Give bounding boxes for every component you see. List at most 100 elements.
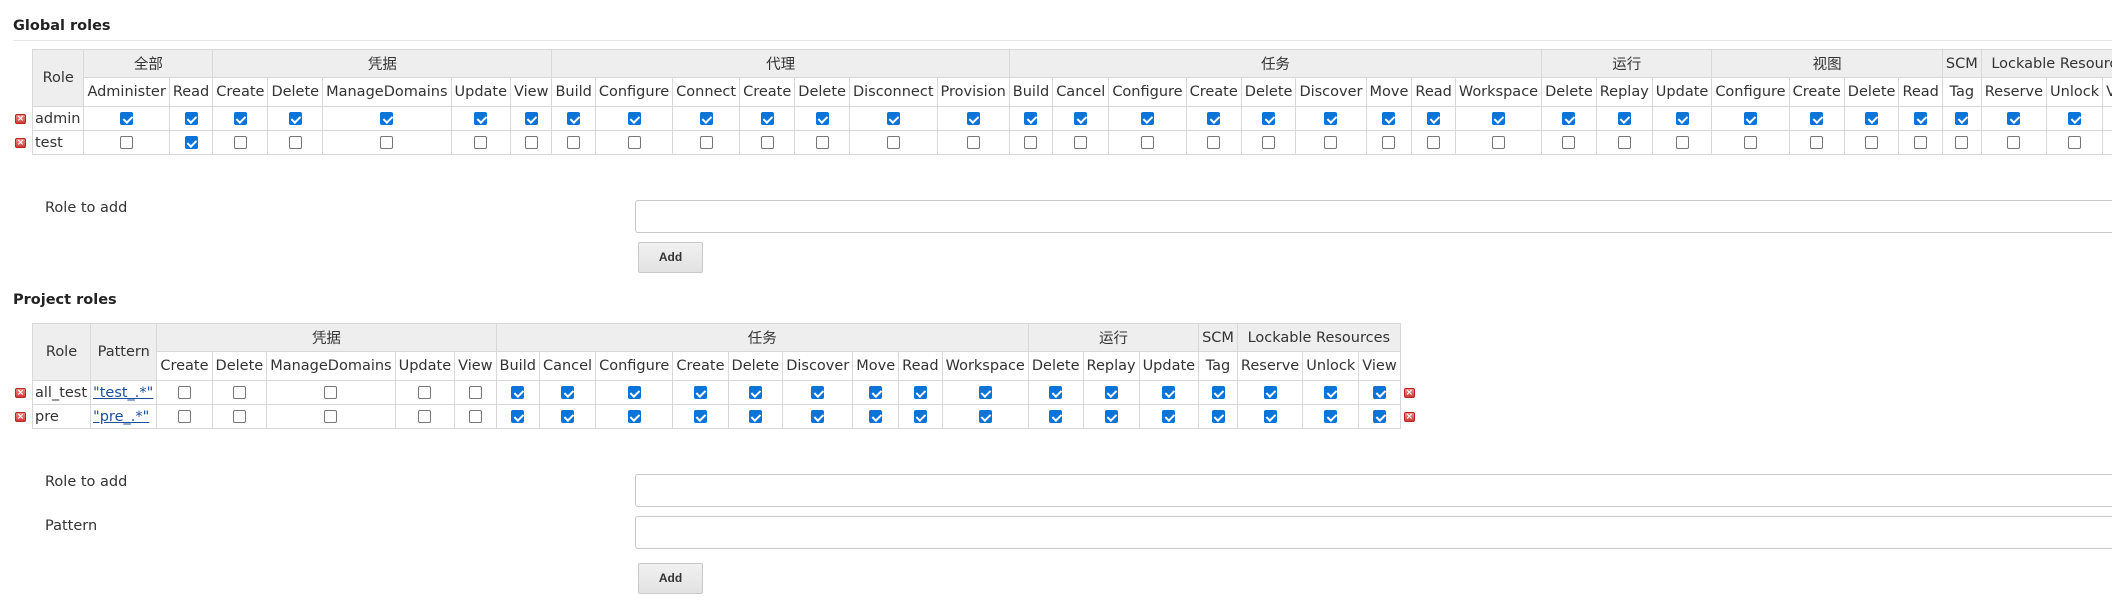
- permission-checkbox[interactable]: [1049, 386, 1063, 399]
- permission-checkbox[interactable]: [1049, 410, 1063, 423]
- permission-checkbox[interactable]: [1427, 136, 1441, 149]
- delete-role-icon-left[interactable]: ×: [15, 137, 26, 148]
- permission-checkbox[interactable]: [886, 136, 900, 149]
- permission-checkbox[interactable]: [288, 112, 302, 125]
- permission-checkbox[interactable]: [524, 112, 538, 125]
- permission-checkbox[interactable]: [978, 410, 992, 423]
- permission-checkbox[interactable]: [1743, 136, 1757, 149]
- permission-checkbox[interactable]: [1810, 136, 1824, 149]
- project-add-button[interactable]: Add: [638, 563, 703, 594]
- permission-checkbox[interactable]: [1211, 386, 1225, 399]
- permission-checkbox[interactable]: [2007, 136, 2021, 149]
- permission-checkbox[interactable]: [1263, 386, 1277, 399]
- permission-checkbox[interactable]: [627, 410, 641, 423]
- permission-checkbox[interactable]: [1491, 136, 1505, 149]
- permission-checkbox[interactable]: [288, 136, 302, 149]
- permission-checkbox[interactable]: [913, 410, 927, 423]
- permission-checkbox[interactable]: [978, 386, 992, 399]
- permission-checkbox[interactable]: [1024, 112, 1038, 125]
- permission-checkbox[interactable]: [177, 410, 191, 423]
- permission-checkbox[interactable]: [1211, 410, 1225, 423]
- permission-checkbox[interactable]: [1617, 112, 1631, 125]
- permission-checkbox[interactable]: [699, 112, 713, 125]
- permission-checkbox[interactable]: [1104, 410, 1118, 423]
- permission-checkbox[interactable]: [1562, 112, 1576, 125]
- permission-checkbox[interactable]: [1382, 136, 1396, 149]
- permission-checkbox[interactable]: [869, 386, 883, 399]
- permission-checkbox[interactable]: [869, 410, 883, 423]
- permission-checkbox[interactable]: [1914, 112, 1928, 125]
- permission-checkbox[interactable]: [1914, 136, 1928, 149]
- permission-checkbox[interactable]: [1262, 136, 1276, 149]
- permission-checkbox[interactable]: [524, 136, 538, 149]
- permission-checkbox[interactable]: [966, 112, 980, 125]
- permission-checkbox[interactable]: [468, 386, 482, 399]
- permission-checkbox[interactable]: [233, 136, 247, 149]
- permission-checkbox[interactable]: [468, 410, 482, 423]
- permission-checkbox[interactable]: [184, 112, 198, 125]
- permission-checkbox[interactable]: [693, 386, 707, 399]
- global-role-to-add-input[interactable]: [635, 200, 2112, 233]
- permission-checkbox[interactable]: [567, 112, 581, 125]
- permission-checkbox[interactable]: [1562, 136, 1576, 149]
- permission-checkbox[interactable]: [567, 136, 581, 149]
- permission-checkbox[interactable]: [120, 136, 134, 149]
- permission-checkbox[interactable]: [1865, 136, 1879, 149]
- delete-role-icon-right[interactable]: ×: [1403, 411, 1415, 422]
- permission-checkbox[interactable]: [1373, 410, 1386, 423]
- project-role-to-add-input[interactable]: [635, 474, 2112, 507]
- permission-checkbox[interactable]: [1955, 136, 1969, 149]
- permission-checkbox[interactable]: [184, 136, 198, 149]
- permission-checkbox[interactable]: [1324, 410, 1338, 423]
- permission-checkbox[interactable]: [1382, 112, 1396, 125]
- permission-checkbox[interactable]: [232, 386, 246, 399]
- permission-checkbox[interactable]: [2068, 112, 2082, 125]
- permission-checkbox[interactable]: [232, 410, 246, 423]
- permission-checkbox[interactable]: [1743, 112, 1757, 125]
- permission-checkbox[interactable]: [1140, 112, 1154, 125]
- permission-checkbox[interactable]: [760, 112, 774, 125]
- permission-checkbox[interactable]: [1074, 136, 1088, 149]
- permission-checkbox[interactable]: [811, 386, 825, 399]
- permission-checkbox[interactable]: [1955, 112, 1969, 125]
- permission-checkbox[interactable]: [1491, 112, 1505, 125]
- project-pattern-input[interactable]: [635, 516, 2112, 549]
- permission-checkbox[interactable]: [1675, 136, 1689, 149]
- permission-checkbox[interactable]: [1324, 386, 1338, 399]
- permission-checkbox[interactable]: [1810, 112, 1824, 125]
- delete-role-icon-left[interactable]: ×: [15, 113, 26, 124]
- permission-checkbox[interactable]: [511, 410, 525, 423]
- delete-role-icon-left[interactable]: ×: [15, 411, 26, 422]
- permission-checkbox[interactable]: [811, 410, 825, 423]
- permission-checkbox[interactable]: [1140, 136, 1154, 149]
- permission-checkbox[interactable]: [748, 386, 762, 399]
- global-add-button[interactable]: Add: [638, 242, 703, 273]
- permission-checkbox[interactable]: [2007, 112, 2021, 125]
- delete-role-icon-left[interactable]: ×: [15, 387, 26, 398]
- permission-checkbox[interactable]: [1617, 136, 1631, 149]
- permission-checkbox[interactable]: [233, 112, 247, 125]
- permission-checkbox[interactable]: [1373, 386, 1386, 399]
- permission-checkbox[interactable]: [693, 410, 707, 423]
- permission-checkbox[interactable]: [1324, 136, 1338, 149]
- permission-checkbox[interactable]: [380, 136, 394, 149]
- permission-checkbox[interactable]: [511, 386, 525, 399]
- permission-checkbox[interactable]: [380, 112, 394, 125]
- permission-checkbox[interactable]: [1262, 112, 1276, 125]
- permission-checkbox[interactable]: [1865, 112, 1879, 125]
- permission-checkbox[interactable]: [699, 136, 713, 149]
- permission-checkbox[interactable]: [815, 136, 829, 149]
- permission-checkbox[interactable]: [324, 410, 338, 423]
- permission-checkbox[interactable]: [627, 136, 641, 149]
- permission-checkbox[interactable]: [474, 112, 488, 125]
- permission-checkbox[interactable]: [1104, 386, 1118, 399]
- permission-checkbox[interactable]: [1263, 410, 1277, 423]
- permission-checkbox[interactable]: [886, 112, 900, 125]
- permission-checkbox[interactable]: [748, 410, 762, 423]
- role-pattern-link[interactable]: "pre_.*": [93, 409, 149, 425]
- permission-checkbox[interactable]: [1427, 112, 1441, 125]
- delete-role-icon-right[interactable]: ×: [1403, 387, 1415, 398]
- permission-checkbox[interactable]: [1675, 112, 1689, 125]
- permission-checkbox[interactable]: [561, 410, 575, 423]
- permission-checkbox[interactable]: [474, 136, 488, 149]
